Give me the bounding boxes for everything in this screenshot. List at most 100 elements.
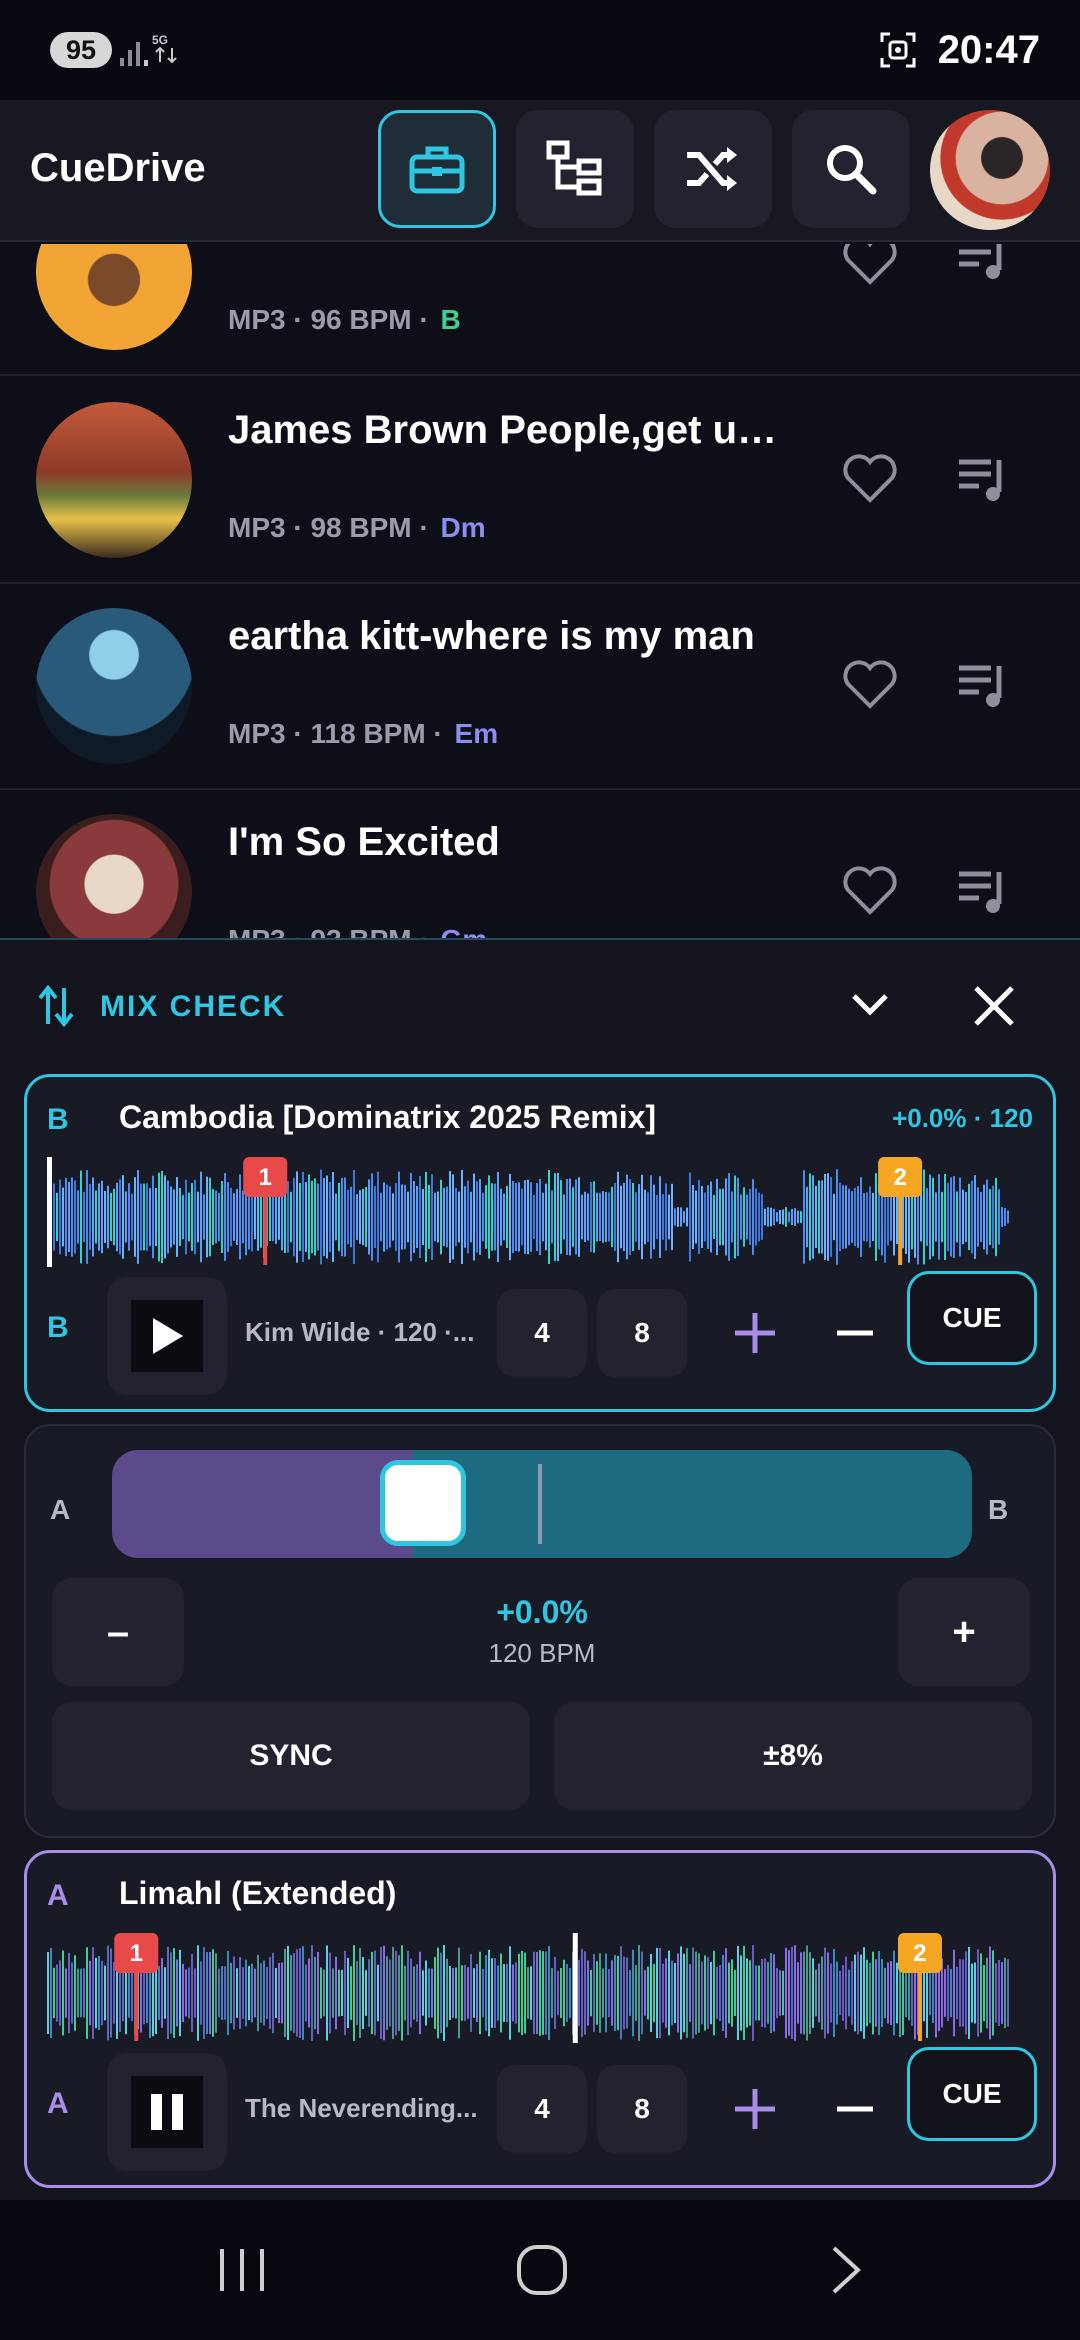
back-button[interactable] bbox=[806, 2238, 886, 2302]
playhead[interactable] bbox=[572, 1933, 578, 2043]
waveform-bar bbox=[827, 1173, 829, 1261]
hierarchy-button[interactable] bbox=[516, 110, 634, 228]
waveform-bar bbox=[650, 1175, 652, 1259]
waveform-bar bbox=[824, 1173, 826, 1261]
heart-icon[interactable] bbox=[840, 860, 900, 920]
waveform-bar bbox=[785, 1947, 787, 2039]
waveform-bar bbox=[803, 1170, 805, 1264]
recents-button[interactable] bbox=[202, 2238, 282, 2302]
waveform-bar bbox=[254, 1194, 256, 1240]
queue-icon[interactable] bbox=[955, 244, 1011, 286]
waveform-bar bbox=[248, 1965, 250, 2021]
sync-button[interactable]: SYNC bbox=[52, 1702, 530, 1810]
waveform-bar bbox=[80, 1968, 82, 2018]
waveform-bar bbox=[59, 1179, 61, 1255]
waveform-bar bbox=[74, 1955, 76, 2031]
add-cue-button[interactable] bbox=[719, 1297, 791, 1369]
waveform-bar bbox=[479, 1951, 481, 2035]
waveform-bar bbox=[809, 1952, 811, 2034]
remove-cue-button[interactable] bbox=[819, 2073, 891, 2145]
loop-8-button[interactable]: 8 bbox=[597, 2065, 687, 2153]
waveform-bar bbox=[134, 1177, 136, 1257]
waveform-bar bbox=[725, 1178, 727, 1256]
waveform-bar bbox=[653, 1184, 655, 1250]
waveform-bar bbox=[464, 1964, 466, 2022]
waveform-bar bbox=[893, 1950, 895, 2036]
queue-icon[interactable] bbox=[955, 452, 1011, 508]
waveform-bar bbox=[716, 1966, 718, 2020]
waveform-bar bbox=[992, 1185, 994, 1249]
waveform-bar bbox=[968, 1946, 970, 2040]
waveform-bar bbox=[800, 1952, 802, 2034]
waveform-bar bbox=[659, 1176, 661, 1258]
waveform-bar bbox=[185, 1179, 187, 1255]
track-key: Dm bbox=[440, 512, 486, 543]
playhead[interactable] bbox=[47, 1157, 52, 1267]
waveform-bar bbox=[326, 1945, 328, 2041]
waveform-bar bbox=[746, 1194, 748, 1240]
queue-icon[interactable] bbox=[955, 658, 1011, 714]
close-icon[interactable] bbox=[972, 984, 1016, 1028]
toolbox-button[interactable] bbox=[378, 110, 496, 228]
heart-icon[interactable] bbox=[840, 244, 900, 290]
waveform-bar bbox=[779, 1970, 781, 2016]
crossfader-knob[interactable] bbox=[380, 1460, 466, 1546]
waveform-bar bbox=[701, 1961, 703, 2025]
waveform-bar bbox=[569, 1178, 571, 1256]
crossfader-track[interactable] bbox=[112, 1450, 972, 1558]
waveform-bar bbox=[533, 1194, 535, 1240]
loop-4-button[interactable]: 4 bbox=[497, 1289, 587, 1377]
cue-marker-label: 1 bbox=[259, 1164, 272, 1191]
waveform-bar bbox=[206, 1176, 208, 1258]
waveform-bar bbox=[500, 1188, 502, 1246]
add-cue-button[interactable] bbox=[719, 2073, 791, 2145]
waveform-bar bbox=[503, 1193, 505, 1241]
deck-a: A Limahl (Extended) 12 A The Neverending… bbox=[24, 1850, 1056, 2188]
list-item[interactable]: eartha kitt-where is my man MP3 · 118 BP… bbox=[0, 584, 1080, 790]
shuffle-button[interactable] bbox=[654, 110, 772, 228]
home-button[interactable] bbox=[502, 2238, 582, 2302]
avatar[interactable] bbox=[930, 110, 1050, 230]
waveform-bar bbox=[599, 1953, 601, 2033]
pitch-range-button[interactable]: ±8% bbox=[554, 1702, 1032, 1810]
waveform-bar bbox=[254, 1968, 256, 2018]
waveform-bar bbox=[743, 1187, 745, 1247]
list-item[interactable]: I'm So Excited MP3 · 92 BPM · Gm bbox=[0, 790, 1080, 938]
waveform-bar bbox=[263, 1960, 265, 2026]
waveform-bar bbox=[377, 1964, 379, 2022]
waveform-bar bbox=[488, 1175, 490, 1259]
list-item[interactable]: James Brown People,get up... MP3 · 98 BP… bbox=[0, 378, 1080, 584]
loop-8-button[interactable]: 8 bbox=[597, 1289, 687, 1377]
waveform-bar bbox=[650, 1954, 652, 2032]
waveform-bar bbox=[449, 1171, 451, 1263]
pitch-plus-button[interactable]: + bbox=[898, 1578, 1030, 1686]
pause-button[interactable] bbox=[107, 2053, 227, 2171]
waveform-bar bbox=[176, 1177, 178, 1257]
search-button[interactable] bbox=[792, 110, 910, 228]
waveform-bar bbox=[641, 1951, 643, 2035]
waveform-bar bbox=[848, 1188, 850, 1246]
cue-button[interactable]: CUE bbox=[907, 2047, 1037, 2141]
loop-4-button[interactable]: 4 bbox=[497, 2065, 587, 2153]
waveform[interactable]: 12 bbox=[47, 1933, 1039, 2043]
waveform-bar bbox=[851, 1961, 853, 2025]
waveform-bar bbox=[422, 1970, 424, 2016]
waveform-bar bbox=[719, 1964, 721, 2022]
remove-cue-button[interactable] bbox=[819, 1297, 891, 1369]
waveform-bar bbox=[128, 1183, 130, 1251]
heart-icon[interactable] bbox=[840, 448, 900, 508]
play-button[interactable] bbox=[107, 1277, 227, 1395]
chevron-down-icon[interactable] bbox=[848, 990, 892, 1020]
queue-icon[interactable] bbox=[955, 864, 1011, 920]
cue-button[interactable]: CUE bbox=[907, 1271, 1037, 1365]
waveform-bar bbox=[479, 1179, 481, 1255]
waveform-bar bbox=[890, 1193, 892, 1241]
heart-icon[interactable] bbox=[840, 654, 900, 714]
waveform-bar bbox=[365, 1187, 367, 1247]
waveform-bar bbox=[443, 1945, 445, 2041]
waveform[interactable]: 12 bbox=[47, 1157, 1039, 1267]
waveform-bar bbox=[485, 1185, 487, 1249]
waveform-bar bbox=[191, 1953, 193, 2033]
list-item[interactable]: MP3 · 96 BPM · B bbox=[0, 244, 1080, 376]
waveform-bar bbox=[962, 1959, 964, 2027]
